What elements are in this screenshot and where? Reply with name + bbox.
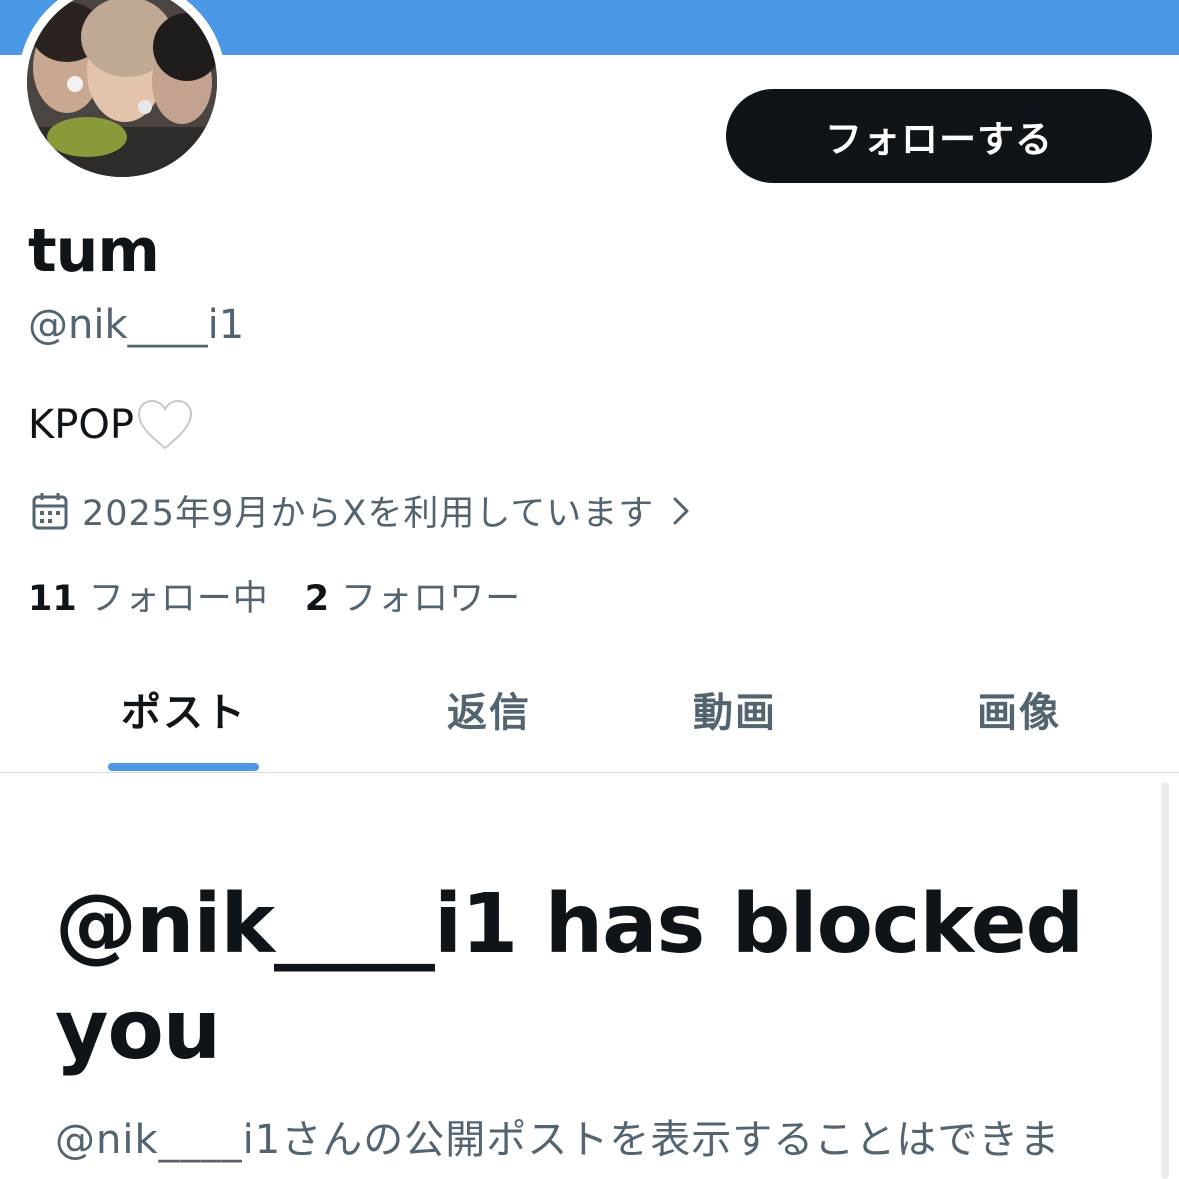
tab-images[interactable]: 画像 (977, 680, 1061, 738)
follow-stats: 11 フォロー中 2 フォロワー (28, 570, 521, 621)
display-name: tum (28, 216, 160, 286)
followers-label[interactable]: フォロワー (341, 570, 521, 621)
avatar-border (18, 0, 226, 186)
avatar[interactable] (27, 0, 217, 177)
joined-date[interactable]: 2025年9月からXを利用しています (30, 485, 694, 536)
calendar-icon (32, 492, 68, 529)
joined-text: 2025年9月からXを利用しています (82, 494, 655, 534)
followers-count[interactable]: 2 (305, 579, 329, 619)
profile-handle: @nik____i1 (28, 302, 245, 348)
tab-replies[interactable]: 返信 (447, 680, 531, 738)
chevron-right-icon (673, 497, 689, 524)
blocked-title: @nik____i1 has blocked you (55, 877, 1084, 1078)
tab-videos[interactable]: 動画 (693, 680, 777, 738)
follow-button[interactable]: フォローする (726, 89, 1152, 183)
bio-text: KPOP (28, 402, 134, 448)
following-count[interactable]: 11 (28, 579, 77, 619)
profile-bio: KPOP (28, 398, 194, 452)
active-tab-indicator (108, 763, 259, 771)
avatar-photo-icon (27, 0, 217, 177)
blocked-description: @nik____i1さんの公開ポストを表示することはできま (55, 1117, 1061, 1163)
following-label[interactable]: フォロー中 (89, 570, 269, 621)
white-heart-icon (137, 399, 192, 450)
tabs-divider (0, 772, 1179, 773)
scrollbar[interactable] (1161, 782, 1169, 1179)
tab-posts[interactable]: ポスト (121, 680, 247, 738)
